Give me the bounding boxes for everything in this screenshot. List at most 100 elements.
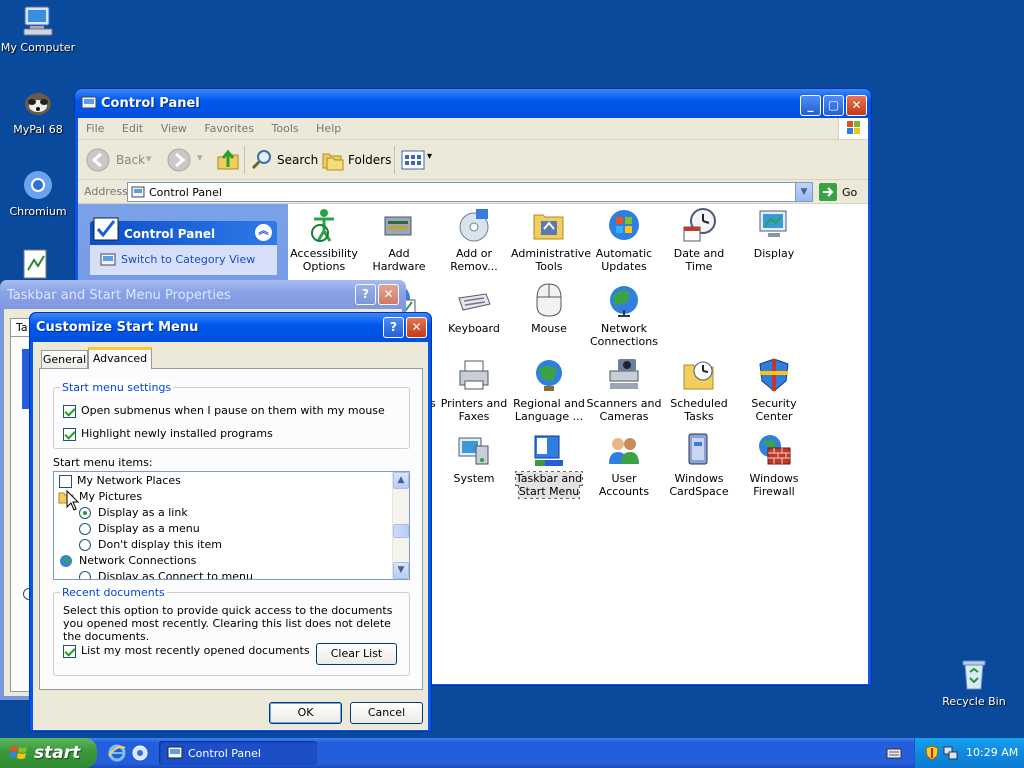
cp-item-scanners-cameras[interactable]: Scanners and Cameras bbox=[586, 357, 662, 423]
quick-launch-browser[interactable] bbox=[131, 744, 149, 765]
switch-to-category-view-link[interactable]: Switch to Category View bbox=[121, 253, 255, 266]
cp-item-regional-language[interactable]: Regional and Language ... bbox=[511, 357, 587, 423]
menu-file[interactable]: File bbox=[86, 122, 104, 135]
option-list-recent-documents[interactable]: List my most recently opened documents bbox=[63, 644, 310, 658]
minimize-button[interactable]: _ bbox=[800, 95, 821, 116]
keyboard-tray-icon[interactable] bbox=[886, 746, 902, 763]
option-open-submenus[interactable]: Open submenus when I pause on them with … bbox=[63, 404, 385, 418]
desktop-icon-partial[interactable] bbox=[22, 248, 50, 280]
tab-general[interactable]: General bbox=[41, 350, 88, 368]
address-field[interactable]: Control Panel ▼ bbox=[127, 182, 813, 202]
cp-item-taskbar-start-menu[interactable]: Taskbar and Start Menu bbox=[511, 432, 587, 499]
cp-item-security-center[interactable]: Security Center bbox=[736, 357, 812, 423]
cp-item-mouse[interactable]: Mouse bbox=[511, 282, 587, 335]
cp-item-network-connections[interactable]: Network Connections bbox=[586, 282, 662, 348]
network-tray-icon[interactable] bbox=[943, 745, 959, 764]
close-button[interactable]: ✕ bbox=[406, 317, 427, 338]
scroll-down-button[interactable]: ▼ bbox=[393, 562, 409, 579]
cp-item-label: Keyboard bbox=[448, 322, 500, 335]
list-item[interactable]: Don't display this item bbox=[79, 538, 222, 551]
collapse-chevron-icon[interactable]: ︽ bbox=[255, 224, 272, 241]
add-hardware-icon bbox=[381, 207, 417, 243]
desktop-icon-chromium[interactable]: Chromium bbox=[0, 168, 76, 218]
menu-edit[interactable]: Edit bbox=[122, 122, 143, 135]
menu-tools[interactable]: Tools bbox=[272, 122, 299, 135]
list-recent-checkbox[interactable] bbox=[63, 644, 76, 658]
cp-item-display[interactable]: Display bbox=[736, 207, 812, 260]
search-icon bbox=[251, 150, 271, 170]
add-remove-programs-icon bbox=[456, 207, 492, 243]
menu-favorites[interactable]: Favorites bbox=[204, 122, 254, 135]
menu-help[interactable]: Help bbox=[316, 122, 341, 135]
address-bar: Address Control Panel ▼ Go bbox=[78, 180, 868, 204]
cp-item-accessibility[interactable]: Accessibility Options bbox=[286, 207, 362, 273]
up-folder-button[interactable] bbox=[216, 148, 240, 175]
forward-button[interactable] bbox=[167, 148, 191, 175]
close-button[interactable]: ✕ bbox=[846, 95, 867, 116]
forward-dropdown-icon[interactable]: ▾ bbox=[197, 151, 203, 164]
list-header: Network Connections bbox=[58, 554, 196, 568]
task-pane-header[interactable]: Control Panel ︽ bbox=[90, 217, 277, 245]
cp-item-date-time[interactable]: Date and Time bbox=[661, 207, 737, 273]
scroll-up-button[interactable]: ▲ bbox=[393, 472, 409, 489]
system-tray: 10:29 AM bbox=[914, 738, 1024, 768]
help-button[interactable]: ? bbox=[383, 317, 404, 338]
control-panel-titlebar[interactable]: Control Panel _ ▢ ✕ bbox=[75, 89, 871, 118]
taskbar-properties-titlebar[interactable]: Taskbar and Start Menu Properties ? ✕ bbox=[0, 280, 406, 309]
open-submenus-checkbox[interactable] bbox=[63, 404, 76, 418]
cp-item-user-accounts[interactable]: User Accounts bbox=[586, 432, 662, 498]
ok-button[interactable]: OK bbox=[269, 702, 342, 724]
clear-list-button[interactable]: Clear List bbox=[316, 643, 397, 665]
cp-item-cardspace[interactable]: Windows CardSpace bbox=[661, 432, 737, 498]
scanners-cameras-icon bbox=[606, 357, 642, 393]
start-button[interactable]: start bbox=[0, 738, 97, 768]
cp-item-automatic-updates[interactable]: Automatic Updates bbox=[586, 207, 662, 273]
address-dropdown-button[interactable]: ▼ bbox=[795, 183, 812, 201]
start-menu-items-label: Start menu items: bbox=[53, 456, 153, 469]
administrative-tools-icon bbox=[531, 207, 567, 243]
control-panel-small-icon bbox=[131, 186, 145, 198]
option-highlight-programs[interactable]: Highlight newly installed programs bbox=[63, 427, 273, 441]
desktop-icon-my-computer[interactable]: My Computer bbox=[0, 4, 76, 54]
cp-item-label: Scheduled Tasks bbox=[670, 397, 728, 423]
scroll-thumb[interactable] bbox=[393, 524, 409, 538]
cp-item-label: Printers and Faxes bbox=[440, 397, 508, 423]
clock[interactable]: 10:29 AM bbox=[966, 746, 1018, 759]
cp-item-scheduled-tasks[interactable]: Scheduled Tasks bbox=[661, 357, 737, 423]
dont-display-radio[interactable] bbox=[79, 539, 91, 551]
cancel-button[interactable]: Cancel bbox=[350, 702, 423, 724]
customize-titlebar[interactable]: Customize Start Menu ? ✕ bbox=[30, 313, 431, 342]
list-item[interactable]: Display as a link bbox=[79, 506, 188, 519]
tab-advanced[interactable]: Advanced bbox=[88, 347, 152, 369]
display-as-link-radio[interactable] bbox=[79, 507, 91, 519]
security-shield-icon[interactable] bbox=[925, 745, 939, 764]
help-button[interactable]: ? bbox=[355, 284, 376, 305]
menu-view[interactable]: View bbox=[161, 122, 187, 135]
desktop-icon-recycle-bin[interactable]: Recycle Bin bbox=[936, 658, 1012, 708]
list-item[interactable]: Display as a menu bbox=[79, 522, 200, 535]
desktop-icon-mypal[interactable]: MyPal 68 bbox=[0, 86, 76, 136]
my-network-places-checkbox[interactable] bbox=[59, 474, 72, 488]
close-button[interactable]: ✕ bbox=[378, 284, 399, 305]
views-button[interactable]: ▾ bbox=[401, 149, 437, 171]
maximize-button[interactable]: ▢ bbox=[823, 95, 844, 116]
cp-item-printers-faxes[interactable]: Printers and Faxes bbox=[436, 357, 512, 423]
cp-item-label: Regional and Language ... bbox=[513, 397, 585, 423]
list-scrollbar[interactable]: ▲ ▼ bbox=[392, 472, 409, 579]
cp-item-label: Taskbar and Start Menu bbox=[514, 471, 584, 499]
cp-item-keyboard[interactable]: Keyboard bbox=[436, 282, 512, 335]
list-item[interactable]: Display as Connect to menu bbox=[79, 570, 253, 579]
connect-to-menu-radio[interactable] bbox=[79, 571, 91, 579]
cp-item-add-hardware[interactable]: Add Hardware bbox=[361, 207, 437, 273]
list-item[interactable]: My Network Places bbox=[59, 474, 181, 488]
quick-launch-ie[interactable] bbox=[108, 744, 126, 765]
cp-item-system[interactable]: System bbox=[436, 432, 512, 485]
cp-item-administrative-tools[interactable]: Administrative Tools bbox=[511, 207, 591, 273]
start-menu-items-list[interactable]: My Network Places My Pictures Display as… bbox=[53, 471, 410, 580]
taskbar-control-panel-button[interactable]: Control Panel bbox=[159, 741, 317, 765]
toolbar: Back ▾ ▾ Search Folders ▾ bbox=[78, 140, 868, 180]
highlight-programs-checkbox[interactable] bbox=[63, 427, 76, 441]
display-as-menu-radio[interactable] bbox=[79, 523, 91, 535]
cp-item-add-remove-programs[interactable]: Add or Remov... bbox=[436, 207, 512, 273]
cp-item-firewall[interactable]: Windows Firewall bbox=[736, 432, 812, 498]
